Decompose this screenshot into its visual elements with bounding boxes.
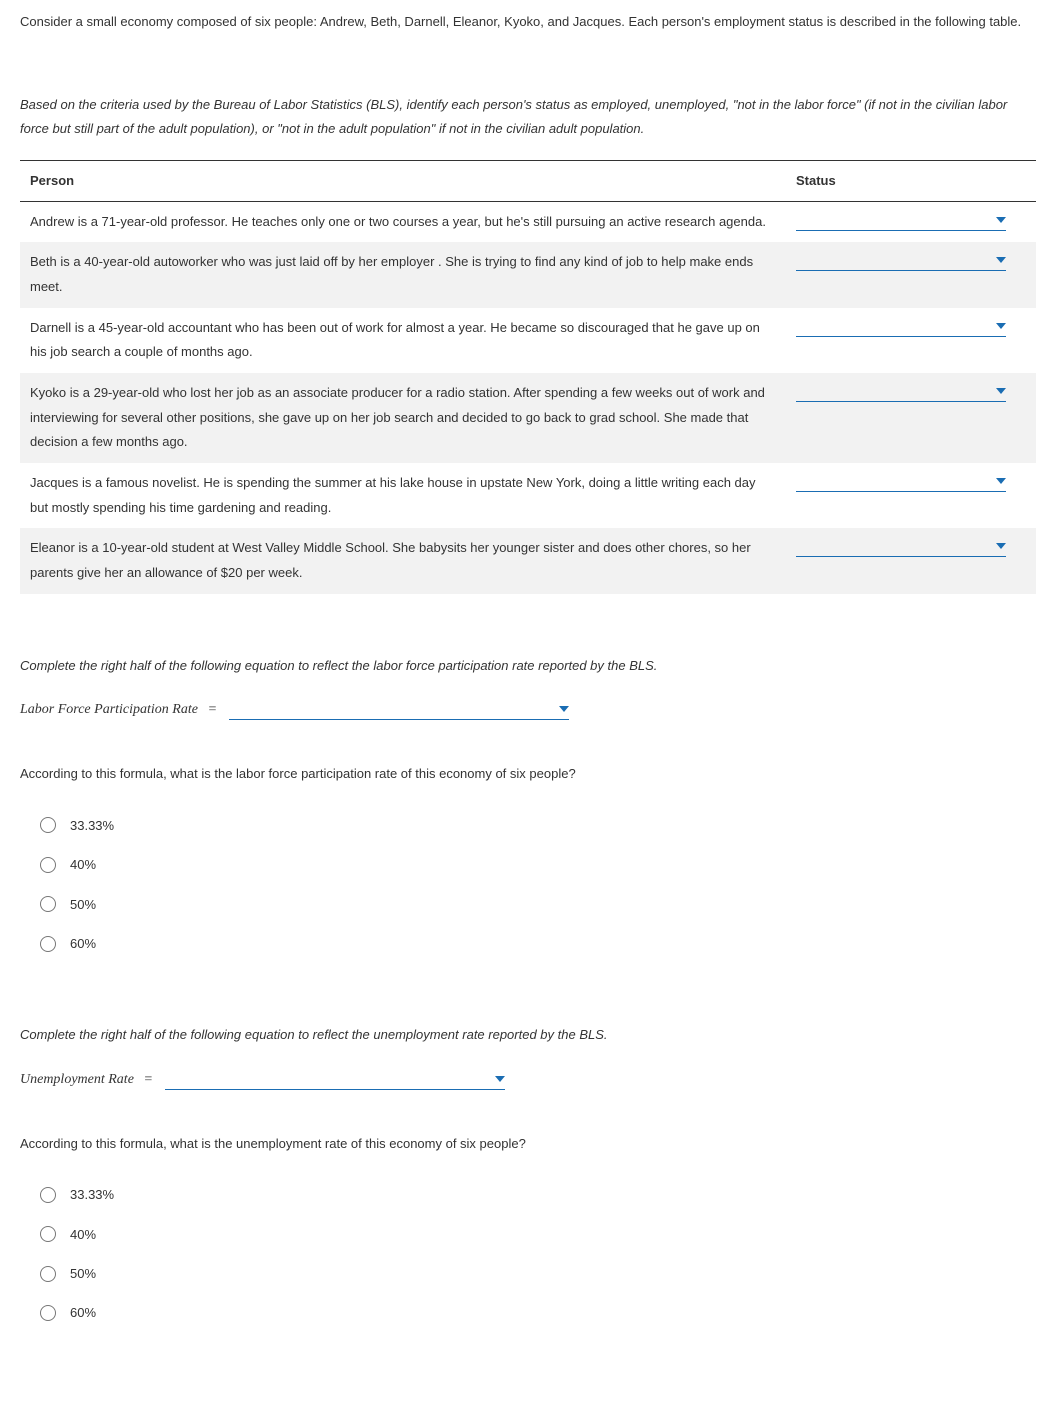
lfpr-formula-dropdown[interactable] — [229, 699, 569, 720]
radio-button[interactable] — [40, 1305, 56, 1321]
instructions-text: Based on the criteria used by the Bureau… — [20, 93, 1036, 140]
header-status: Status — [786, 161, 1036, 201]
status-dropdown[interactable] — [796, 381, 1006, 402]
option-label: 33.33% — [70, 814, 114, 837]
person-cell: Eleanor is a 10-year-old student at West… — [20, 528, 786, 593]
status-dropdown[interactable] — [796, 471, 1006, 492]
table-row: Beth is a 40-year-old autoworker who was… — [20, 242, 1036, 307]
table-row: Jacques is a famous novelist. He is spen… — [20, 463, 1036, 528]
option-label: 40% — [70, 1223, 96, 1246]
chevron-down-icon — [996, 257, 1006, 263]
chevron-down-icon — [559, 706, 569, 712]
option-row[interactable]: 33.33% — [40, 806, 1036, 845]
status-table: Person Status Andrew is a 71-year-old pr… — [20, 160, 1036, 594]
unemp-prompt: Complete the right half of the following… — [20, 1023, 1036, 1046]
chevron-down-icon — [495, 1076, 505, 1082]
unemp-options: 33.33% 40% 50% 60% — [40, 1175, 1036, 1333]
chevron-down-icon — [996, 217, 1006, 223]
option-label: 33.33% — [70, 1183, 114, 1206]
table-row: Kyoko is a 29-year-old who lost her job … — [20, 373, 1036, 463]
equals-sign: = — [208, 702, 217, 717]
option-row[interactable]: 50% — [40, 1254, 1036, 1293]
option-row[interactable]: 60% — [40, 1293, 1036, 1332]
intro-text: Consider a small economy composed of six… — [20, 10, 1036, 33]
status-dropdown[interactable] — [796, 250, 1006, 271]
radio-button[interactable] — [40, 1226, 56, 1242]
table-row: Andrew is a 71-year-old professor. He te… — [20, 201, 1036, 242]
radio-button[interactable] — [40, 1266, 56, 1282]
status-dropdown[interactable] — [796, 210, 1006, 231]
person-cell: Darnell is a 45-year-old accountant who … — [20, 308, 786, 373]
status-dropdown[interactable] — [796, 316, 1006, 337]
chevron-down-icon — [996, 323, 1006, 329]
lfpr-equation: Labor Force Participation Rate = — [20, 697, 1036, 722]
status-dropdown[interactable] — [796, 536, 1006, 557]
radio-button[interactable] — [40, 857, 56, 873]
table-row: Darnell is a 45-year-old accountant who … — [20, 308, 1036, 373]
unemp-formula-dropdown[interactable] — [165, 1069, 505, 1090]
unemp-question: According to this formula, what is the u… — [20, 1132, 1036, 1155]
radio-button[interactable] — [40, 1187, 56, 1203]
option-row[interactable]: 40% — [40, 1215, 1036, 1254]
equals-sign: = — [144, 1072, 153, 1087]
option-label: 40% — [70, 853, 96, 876]
chevron-down-icon — [996, 543, 1006, 549]
option-label: 50% — [70, 1262, 96, 1285]
option-label: 60% — [70, 1301, 96, 1324]
chevron-down-icon — [996, 388, 1006, 394]
radio-button[interactable] — [40, 817, 56, 833]
lfpr-options: 33.33% 40% 50% 60% — [40, 806, 1036, 964]
unemp-label: Unemployment Rate — [20, 1072, 134, 1087]
person-cell: Andrew is a 71-year-old professor. He te… — [20, 201, 786, 242]
chevron-down-icon — [996, 478, 1006, 484]
lfpr-question: According to this formula, what is the l… — [20, 762, 1036, 785]
person-cell: Kyoko is a 29-year-old who lost her job … — [20, 373, 786, 463]
option-row[interactable]: 33.33% — [40, 1175, 1036, 1214]
radio-button[interactable] — [40, 936, 56, 952]
unemp-equation: Unemployment Rate = — [20, 1067, 1036, 1092]
header-person: Person — [20, 161, 786, 201]
lfpr-label: Labor Force Participation Rate — [20, 702, 198, 717]
option-row[interactable]: 50% — [40, 885, 1036, 924]
option-row[interactable]: 60% — [40, 924, 1036, 963]
table-row: Eleanor is a 10-year-old student at West… — [20, 528, 1036, 593]
lfpr-prompt: Complete the right half of the following… — [20, 654, 1036, 677]
option-label: 50% — [70, 893, 96, 916]
person-cell: Jacques is a famous novelist. He is spen… — [20, 463, 786, 528]
option-label: 60% — [70, 932, 96, 955]
person-cell: Beth is a 40-year-old autoworker who was… — [20, 242, 786, 307]
option-row[interactable]: 40% — [40, 845, 1036, 884]
radio-button[interactable] — [40, 896, 56, 912]
